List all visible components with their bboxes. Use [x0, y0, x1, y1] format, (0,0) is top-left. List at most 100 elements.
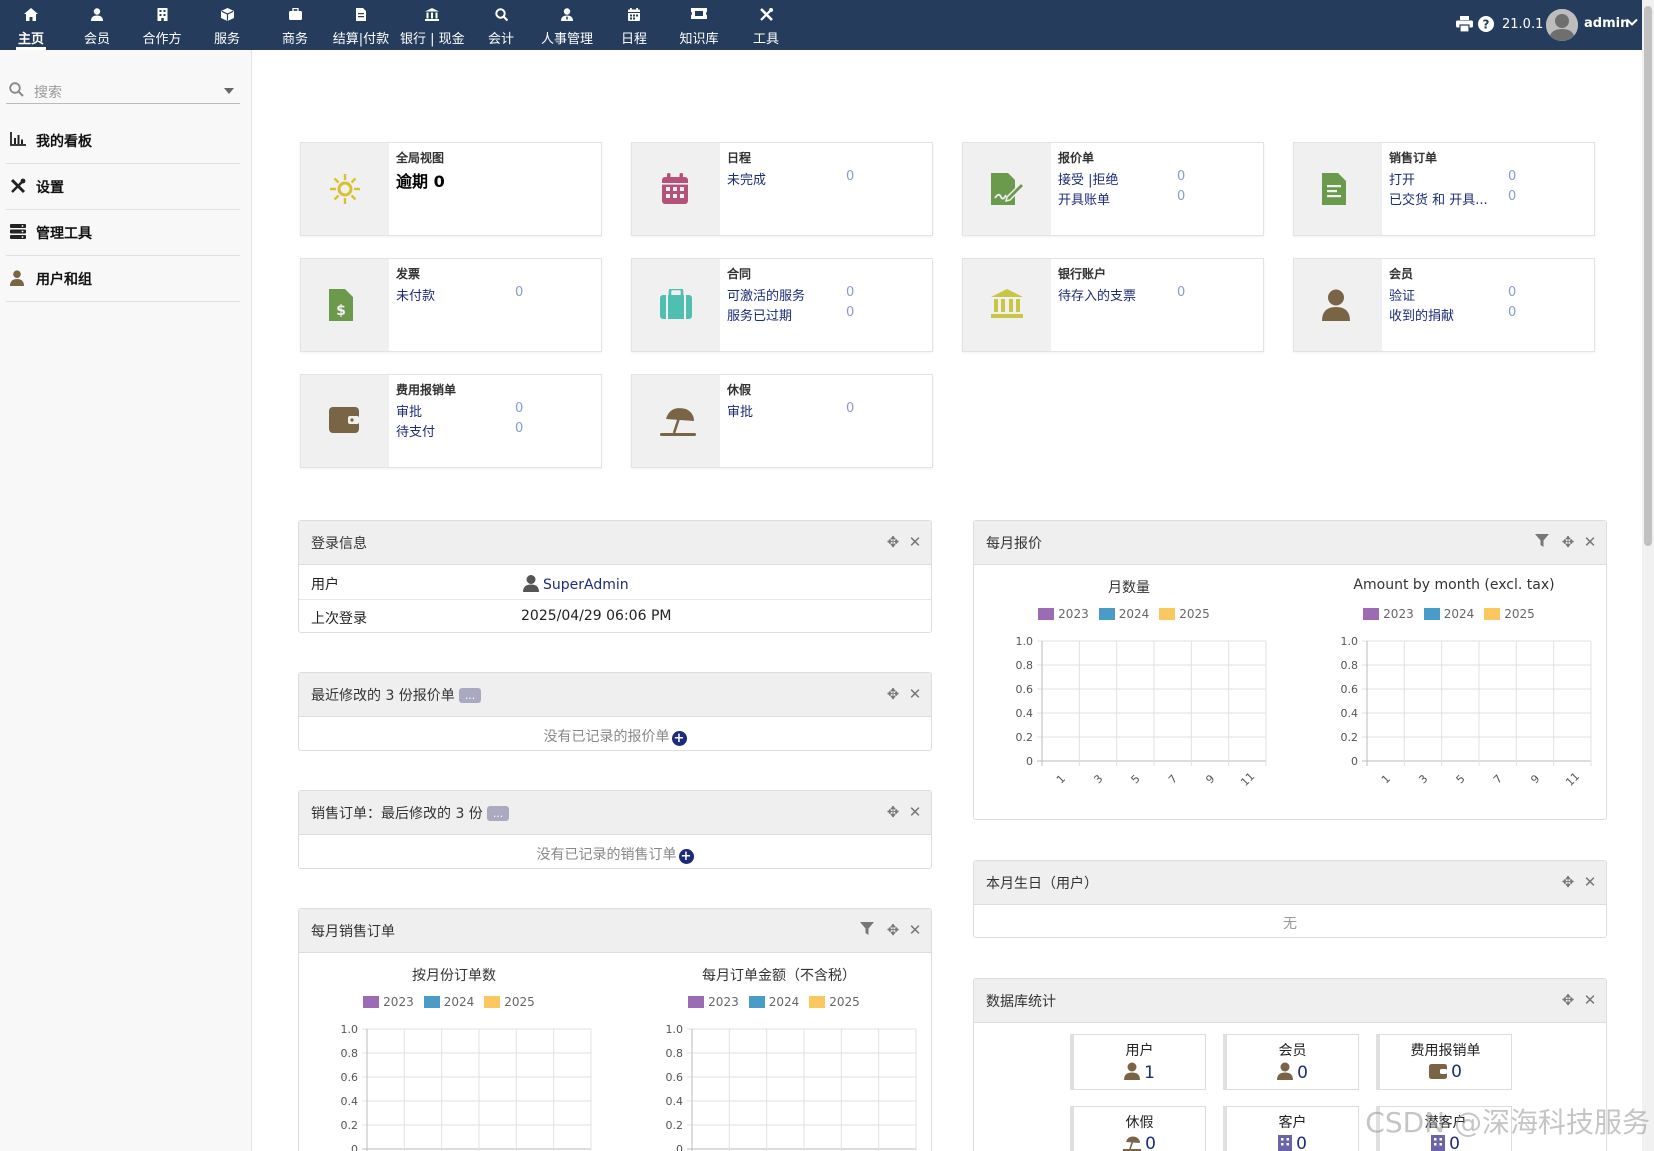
- close-icon[interactable]: ✕: [907, 922, 923, 938]
- plus-circle-icon[interactable]: +: [671, 731, 687, 746]
- menu-knowledge[interactable]: 知识库: [678, 0, 720, 50]
- chart-orders-count: 按月份订单数 2023 2024 2025 0 0.2 0.4 0.6 0.8 1.0: [309, 965, 599, 1151]
- move-icon[interactable]: ✥: [885, 922, 901, 938]
- box-global-view[interactable]: 全局视图 逾期 0: [300, 142, 602, 236]
- legend-item[interactable]: 2025: [484, 995, 535, 1009]
- box-link[interactable]: 已交货 和 开具...: [1389, 189, 1488, 208]
- close-icon[interactable]: ✕: [1582, 874, 1598, 890]
- box-bank-accounts[interactable]: 银行账户 待存入的支票 0: [962, 258, 1264, 352]
- legend-item[interactable]: 2025: [1484, 607, 1535, 621]
- move-icon[interactable]: ✥: [1560, 534, 1576, 550]
- legend-item[interactable]: 2024: [1423, 607, 1474, 621]
- legend-item[interactable]: 2025: [1159, 607, 1210, 621]
- version-label: 21.0.1: [1502, 17, 1544, 32]
- legend-item[interactable]: 2023: [688, 995, 739, 1009]
- box-agenda[interactable]: 日程 未完成 0: [631, 142, 933, 236]
- menu-hrm[interactable]: 人事管理: [538, 0, 596, 50]
- menu-billing[interactable]: 结算|付款: [332, 0, 390, 50]
- move-icon[interactable]: ✥: [885, 804, 901, 820]
- search-field[interactable]: 搜索: [6, 78, 240, 104]
- box-holidays[interactable]: 休假 审批 0: [631, 374, 933, 468]
- box-link[interactable]: 开具账单: [1058, 189, 1110, 208]
- legend-item[interactable]: 2024: [748, 995, 799, 1009]
- menu-services[interactable]: 服务: [206, 0, 248, 50]
- box-link[interactable]: 未付款: [396, 285, 435, 304]
- box-link[interactable]: 可激活的服务: [727, 285, 805, 304]
- menu-accounting[interactable]: 会计: [480, 0, 522, 50]
- box-link[interactable]: 验证: [1389, 285, 1415, 304]
- box-link[interactable]: 收到的捐献: [1389, 305, 1454, 324]
- legend-item[interactable]: 2023: [363, 995, 414, 1009]
- sidebar-item-admin-tools[interactable]: 管理工具: [6, 210, 240, 256]
- legend-item[interactable]: 2024: [1098, 607, 1149, 621]
- dropdown-caret-icon[interactable]: [224, 88, 234, 94]
- box-link[interactable]: 服务已过期: [727, 305, 792, 324]
- legend-item[interactable]: 2023: [1363, 607, 1414, 621]
- move-icon[interactable]: ✥: [1560, 992, 1576, 1008]
- more-button[interactable]: ...: [458, 688, 482, 703]
- bank-icon: [400, 8, 464, 24]
- box-link[interactable]: 待存入的支票: [1058, 285, 1136, 304]
- menu-home[interactable]: 主页: [10, 0, 52, 50]
- help-icon[interactable]: ?: [1478, 16, 1494, 36]
- stat-holidays[interactable]: 休假 0: [1070, 1106, 1206, 1151]
- close-icon[interactable]: ✕: [907, 686, 923, 702]
- box-link[interactable]: 打开: [1389, 169, 1415, 188]
- legend-item[interactable]: 2024: [423, 995, 474, 1009]
- overdue-count[interactable]: 逾期 0: [396, 168, 445, 192]
- plus-circle-icon[interactable]: +: [678, 849, 694, 864]
- move-icon[interactable]: ✥: [885, 534, 901, 550]
- box-link[interactable]: 接受 |拒绝: [1058, 169, 1119, 188]
- user-link[interactable]: SuperAdmin: [522, 574, 629, 593]
- move-icon[interactable]: ✥: [1560, 874, 1576, 890]
- menu-commerce[interactable]: 商务: [274, 0, 316, 50]
- box-contracts[interactable]: 合同 可激活的服务 0 服务已过期 0: [631, 258, 933, 352]
- filter-icon[interactable]: [859, 922, 875, 938]
- legend-item[interactable]: 2023: [1038, 607, 1089, 621]
- box-link[interactable]: 待支付: [396, 421, 435, 440]
- close-icon[interactable]: ✕: [907, 534, 923, 550]
- menu-partners[interactable]: 合作方: [138, 0, 186, 50]
- close-icon[interactable]: ✕: [1582, 992, 1598, 1008]
- more-button[interactable]: ...: [486, 806, 510, 821]
- chevron-down-icon[interactable]: [1626, 16, 1638, 32]
- box-expense-reports[interactable]: 费用报销单 审批 0 待支付 0: [300, 374, 602, 468]
- menu-members[interactable]: 会员: [76, 0, 118, 50]
- stat-expense-reports[interactable]: 费用报销单 0: [1376, 1034, 1512, 1090]
- sidebar-item-setup[interactable]: 设置: [6, 164, 240, 210]
- legend-item[interactable]: 2025: [809, 995, 860, 1009]
- scrollbar[interactable]: [1642, 0, 1654, 1151]
- menu-tools[interactable]: 工具: [745, 0, 787, 50]
- wallet-icon: [1429, 1064, 1448, 1079]
- y-tick-label: 1.0: [666, 1023, 684, 1036]
- chart-legend[interactable]: 2023 2024 2025: [1309, 607, 1599, 621]
- chart-legend[interactable]: 2023 2024 2025: [984, 607, 1274, 621]
- sidebar-item-dashboard[interactable]: 我的看板: [6, 118, 240, 164]
- box-link[interactable]: 审批: [727, 401, 753, 420]
- box-link[interactable]: 未完成: [727, 169, 766, 188]
- close-icon[interactable]: ✕: [907, 804, 923, 820]
- sidebar-item-users-groups[interactable]: 用户和组: [6, 256, 240, 302]
- box-members[interactable]: 会员 验证 0 收到的捐献 0: [1293, 258, 1595, 352]
- chart-legend[interactable]: 2023 2024 2025: [309, 995, 599, 1009]
- stat-customers[interactable]: 客户 0: [1223, 1106, 1359, 1151]
- filter-icon[interactable]: [1534, 534, 1550, 550]
- box-sales-orders[interactable]: 销售订单 打开 0 已交货 和 开具... 0: [1293, 142, 1595, 236]
- close-icon[interactable]: ✕: [1582, 534, 1598, 550]
- stat-users[interactable]: 用户 1: [1070, 1034, 1206, 1090]
- print-icon[interactable]: [1456, 16, 1473, 36]
- menu-bank[interactable]: 银行 | 现金: [400, 0, 465, 50]
- box-invoices[interactable]: $ 发票 未付款 0: [300, 258, 602, 352]
- box-link[interactable]: 审批: [396, 401, 422, 420]
- menu-agenda[interactable]: 日程: [614, 0, 654, 50]
- panel-monthly-proposals: 每月报价 ✥ ✕ 月数量 2023 2024 2025 0 0.2 0.4 0.6 0.8 1.0…: [973, 520, 1607, 820]
- scrollbar-thumb[interactable]: [1644, 6, 1652, 546]
- y-tick-label: 0.8: [341, 1047, 359, 1060]
- invoice-icon: [332, 8, 390, 24]
- username-label[interactable]: admin: [1584, 16, 1629, 31]
- user-avatar[interactable]: [1546, 9, 1578, 41]
- stat-members[interactable]: 会员 0: [1223, 1034, 1359, 1090]
- chart-legend[interactable]: 2023 2024 2025: [634, 995, 924, 1009]
- move-icon[interactable]: ✥: [885, 686, 901, 702]
- box-proposals[interactable]: 报价单 接受 |拒绝 0 开具账单 0: [962, 142, 1264, 236]
